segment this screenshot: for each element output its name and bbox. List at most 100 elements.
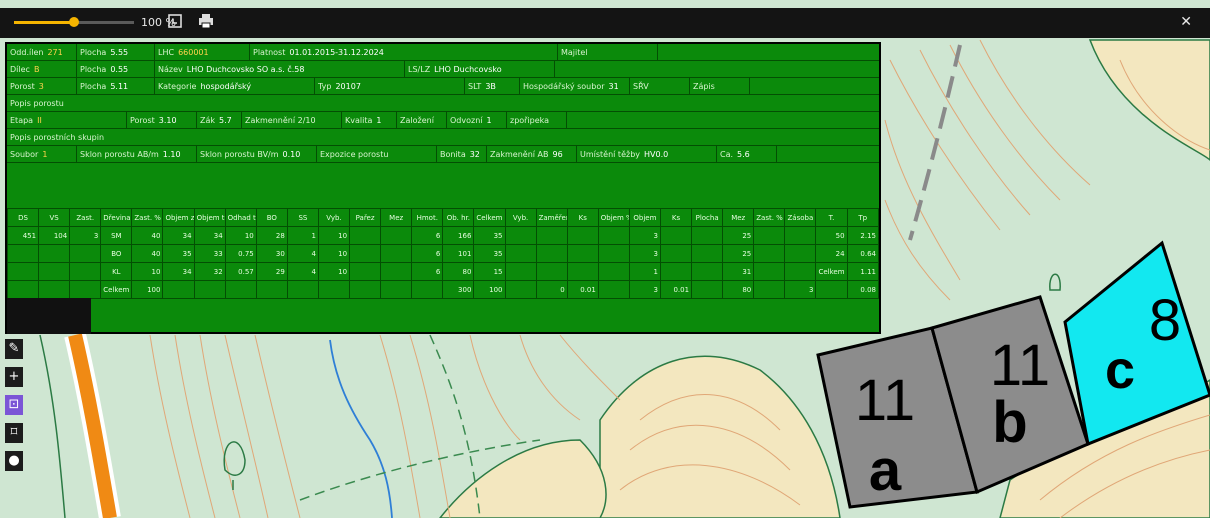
table-cell (753, 280, 786, 299)
table-cell (380, 262, 413, 281)
establishment-label: Založení (400, 115, 434, 125)
table-cell: 10 (131, 262, 164, 281)
table-cell: 6 (411, 262, 444, 281)
table-cell: 4 (286, 262, 319, 281)
table-cell: 100 (131, 280, 164, 299)
table-cell (162, 280, 195, 299)
table-row[interactable]: BO 40 35 33 0.75 30 4 10 6 101 35 3 25 24 0.64 (6, 244, 880, 263)
area-label: Plocha (80, 64, 107, 74)
stocking-ab-value: 96 (552, 149, 563, 159)
table-cell: 25 (722, 244, 755, 263)
division-value: 271 (47, 47, 63, 57)
location-icon[interactable]: ● (5, 451, 23, 471)
table-cell: 10 (317, 262, 351, 281)
management-set-label: Hospodářský soubor (523, 81, 605, 91)
table-cell: Celkem (100, 280, 133, 299)
table-cell: 50 (815, 226, 848, 245)
table-cell: SM (100, 226, 133, 245)
table-header-cell: Zast. (69, 208, 102, 227)
table-cell: 3 (784, 280, 817, 299)
table-header-cell: VS (38, 208, 71, 227)
bookmark-icon[interactable]: ⌑ (5, 423, 23, 443)
table-row[interactable]: KL 10 34 32 0.57 29 4 10 6 80 15 1 31 Celkem 1.11 (6, 262, 880, 281)
table-header-cell: Mez (380, 208, 413, 227)
stocking-label: Zakmennění 2/10 (245, 115, 316, 125)
site-index-value: 32 (469, 149, 480, 159)
table-cell: 34 (162, 262, 195, 281)
top-toolbar: 100 % ✕ (0, 8, 1210, 38)
felling-location-value: HV0.0 (644, 149, 669, 159)
close-button[interactable]: ✕ (1180, 14, 1192, 30)
type-value: 20107 (335, 81, 361, 91)
measure-tool-icon[interactable]: ✎ (5, 339, 23, 359)
part-value: B (33, 64, 40, 74)
quality-value: 1 (376, 115, 382, 125)
slt-label: SLT (468, 81, 482, 91)
stand-age-value: 3.10 (158, 115, 177, 125)
table-cell (784, 244, 817, 263)
table-cell: 24 (815, 244, 848, 263)
table-cell (504, 280, 537, 299)
layers-icon[interactable]: ⊡ (5, 395, 23, 415)
division-label: Odd.ílen (10, 47, 44, 57)
table-cell (504, 244, 537, 263)
table-header-cell: Vyb. (317, 208, 351, 227)
category-label: Kategorie (158, 81, 197, 91)
derived-label: Odvozní (450, 115, 483, 125)
table-cell (69, 262, 102, 281)
zoom-slider-fill (14, 21, 74, 24)
stand-description-label: Popis porostu (10, 98, 64, 108)
table-cell: 0.64 (846, 244, 880, 263)
table-cell (753, 244, 786, 263)
validity-label: Platnost (253, 47, 286, 57)
derived-value: 1 (486, 115, 492, 125)
srv-label: SŘV (633, 81, 649, 91)
table-cell (691, 226, 724, 245)
table-cell: 10 (317, 226, 351, 245)
table-cell (255, 280, 288, 299)
table-cell: 3 (628, 244, 661, 263)
stocking-ab-label: Zakmenění AB (490, 149, 549, 159)
table-cell: BO (100, 244, 133, 263)
slope-ab-value: 1.10 (162, 149, 181, 159)
zoom-in-icon[interactable]: + (5, 367, 23, 387)
table-cell: 4 (286, 244, 319, 263)
table-cell (380, 280, 413, 299)
table-header-cell: DS (6, 208, 40, 227)
table-cell (69, 280, 102, 299)
zoom-slider[interactable] (14, 17, 134, 27)
site-index-label: Bonita (440, 149, 466, 159)
table-row[interactable]: Celkem 100 300 100 0 0.01 3 0.01 80 3 0.08 (6, 280, 880, 299)
area-value: 5.11 (110, 81, 129, 91)
table-cell (380, 226, 413, 245)
print-icon[interactable] (198, 13, 216, 31)
table-cell: 30 (255, 244, 288, 263)
panel-row-description: Popis porostu (7, 95, 879, 112)
table-cell (566, 226, 599, 245)
table-cell: 35 (473, 226, 506, 245)
district-label: LS/LZ (408, 64, 431, 74)
table-header-cell: Dřevina (100, 208, 133, 227)
stand-age-label: Porost (130, 115, 155, 125)
zoom-slider-handle[interactable] (69, 17, 79, 27)
table-cell: 451 (6, 226, 40, 245)
table-cell (535, 226, 568, 245)
table-header-cell: Plocha (691, 208, 724, 227)
table-cell (38, 280, 71, 299)
table-cell (380, 244, 413, 263)
note-label: zpořipeka (510, 115, 550, 125)
owner-label: Majitel (561, 47, 588, 57)
table-cell: 1 (628, 262, 661, 281)
table-cell: 6 (411, 244, 444, 263)
table-header-cell: Ks (566, 208, 599, 227)
table-cell (815, 280, 848, 299)
table-cell: 10 (317, 244, 351, 263)
table-cell (349, 280, 382, 299)
export-icon[interactable] (167, 13, 185, 31)
table-row[interactable]: 451 104 3 SM 40 34 34 10 28 1 10 6 166 35 3 25 50 2.15 (6, 226, 880, 245)
table-header-cell: SS (286, 208, 319, 227)
table-header-cell: Ks (659, 208, 693, 227)
table-cell (597, 244, 630, 263)
table-cell: 34 (193, 226, 226, 245)
table-cell (349, 262, 382, 281)
